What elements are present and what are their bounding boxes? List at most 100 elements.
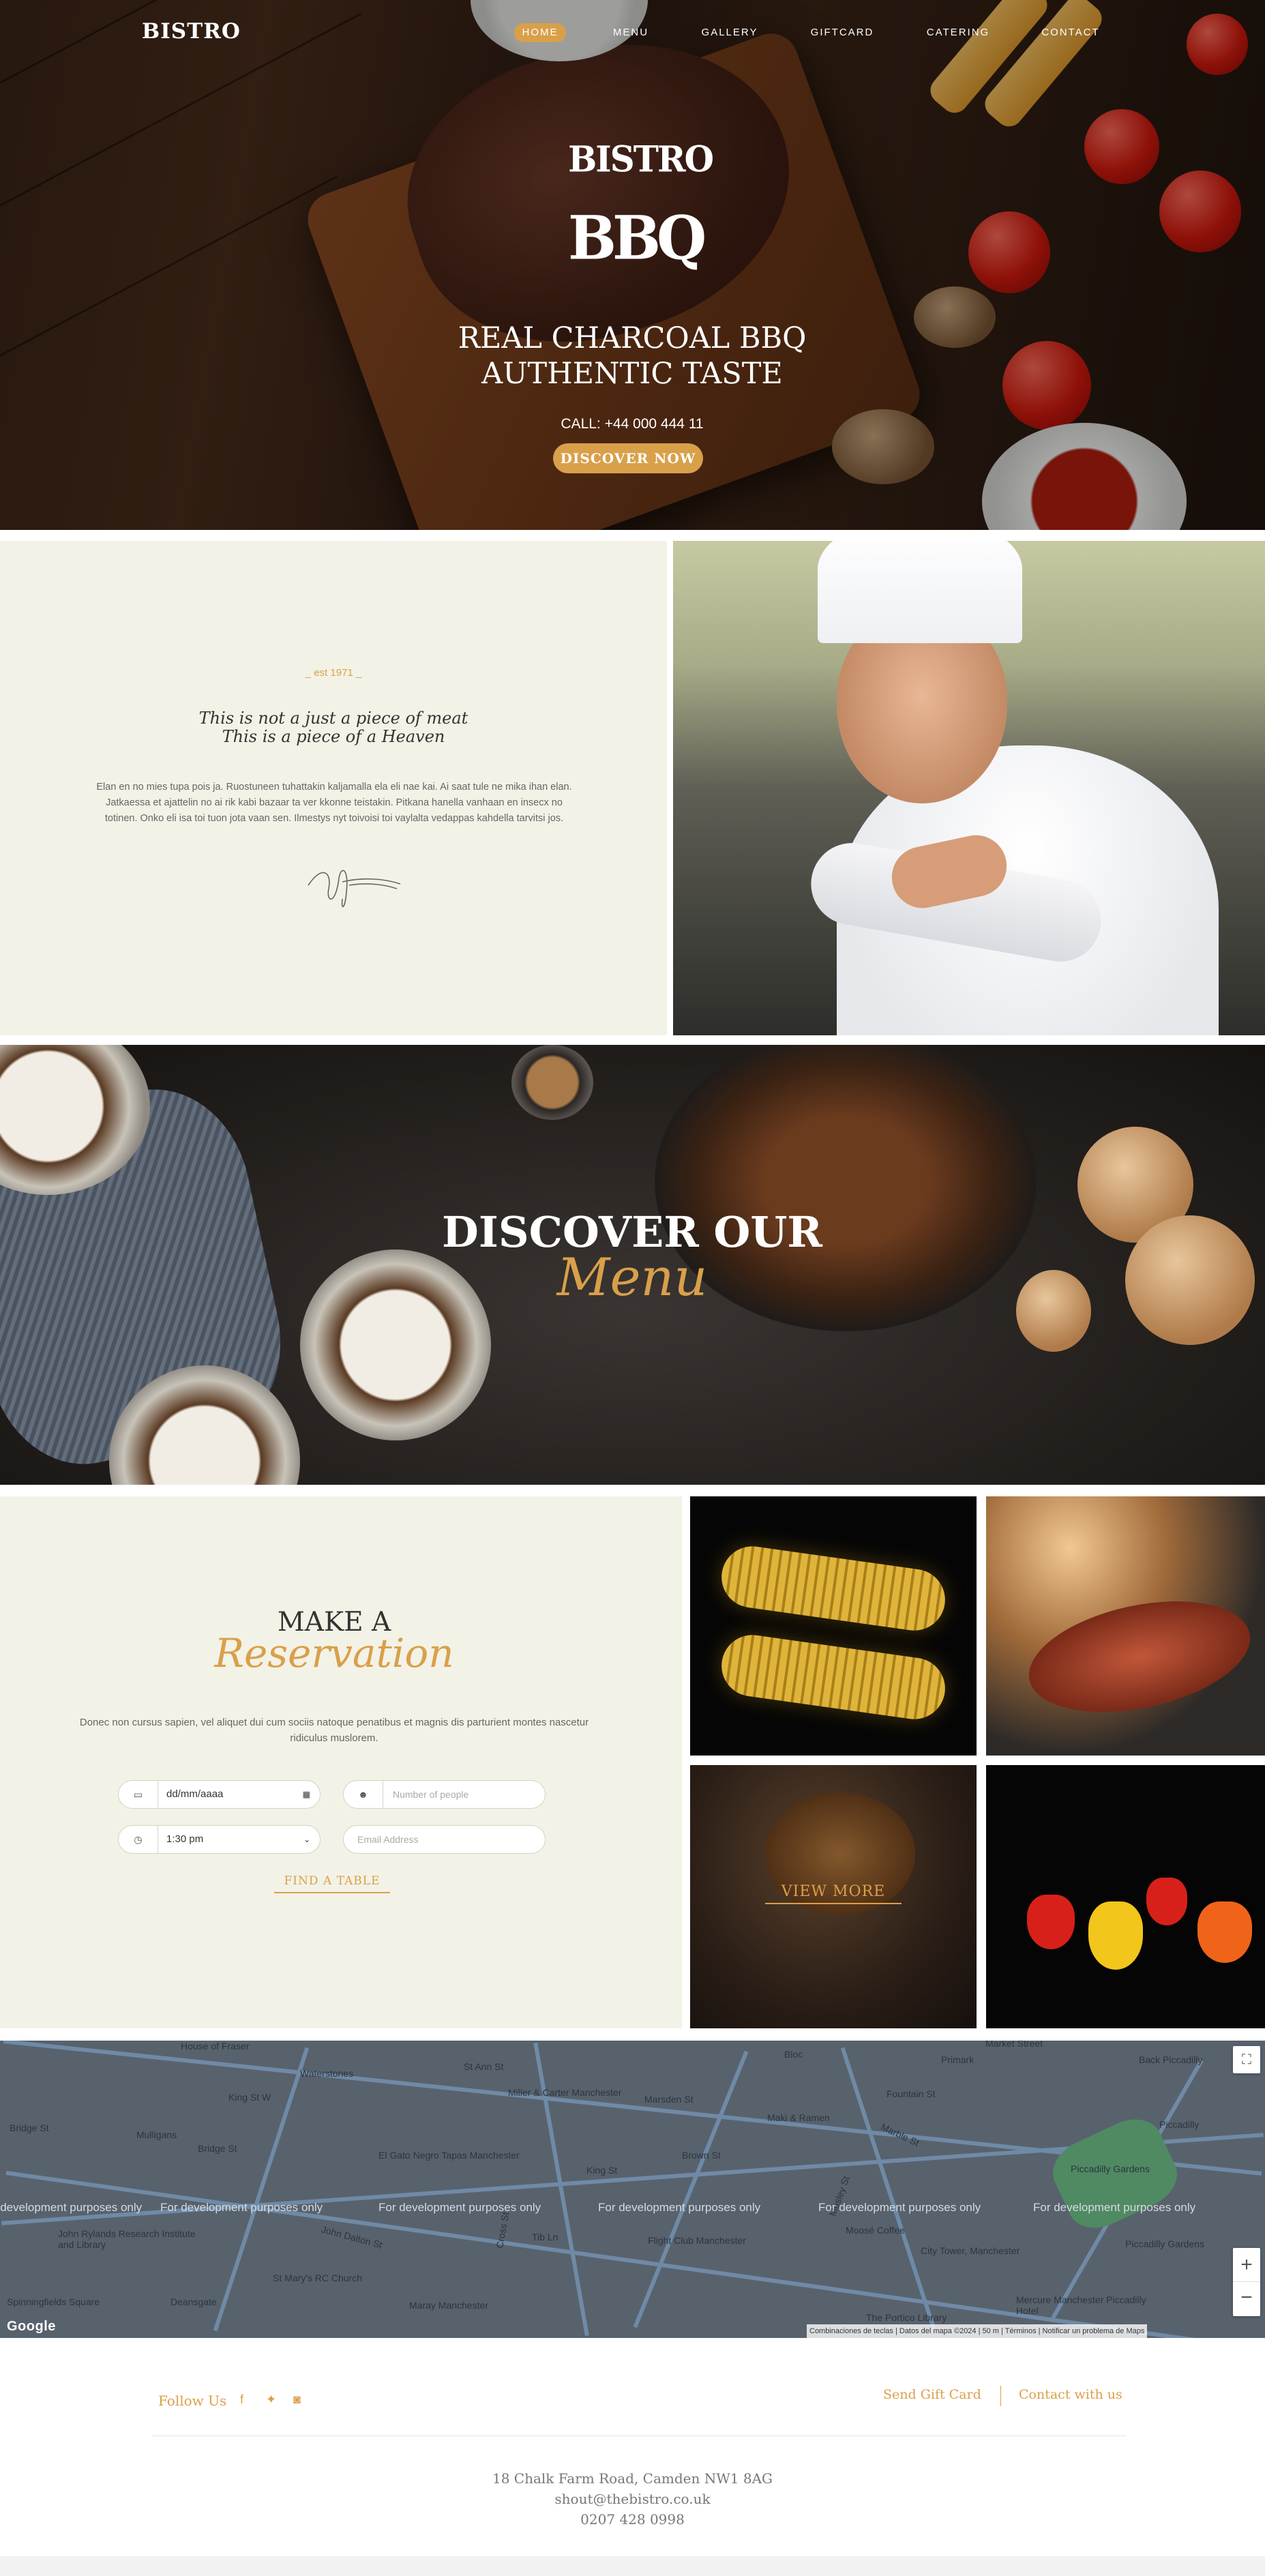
bottom-strip bbox=[0, 2556, 1265, 2576]
map-label: Spinningfields Square bbox=[7, 2296, 100, 2307]
map-watermark: For development purposes only bbox=[598, 2201, 761, 2214]
map-label: Bridge St bbox=[198, 2143, 237, 2154]
map-label: Fountain St bbox=[887, 2088, 936, 2099]
map-attribution[interactable]: Combinaciones de teclas | Datos del mapa… bbox=[807, 2324, 1148, 2338]
pepper-image bbox=[1197, 1901, 1252, 1963]
time-value: 1:30 pm bbox=[166, 1833, 204, 1845]
menu-banner-script: Menu bbox=[556, 1247, 708, 1307]
footer-email[interactable]: shout@thebistro.co.uk bbox=[0, 2491, 1265, 2507]
map-label: House of Fraser bbox=[181, 2041, 250, 2052]
map-watermark: For development purposes only bbox=[818, 2201, 981, 2214]
nav-gallery[interactable]: GALLERY bbox=[694, 23, 766, 42]
send-gift-card-link[interactable]: Send Gift Card bbox=[883, 2387, 981, 2402]
zoom-in-icon[interactable]: + bbox=[1233, 2248, 1260, 2282]
map-road bbox=[633, 2050, 749, 2328]
chevron-down-icon: ⌄ bbox=[303, 1835, 310, 1844]
map-label: Piccadilly Gardens bbox=[1071, 2163, 1150, 2174]
people-icon: ☻ bbox=[344, 1781, 383, 1808]
nav-home[interactable]: HOME bbox=[514, 23, 566, 42]
map-label: John Dalton St bbox=[320, 2223, 384, 2251]
map-label: Bloc bbox=[784, 2049, 803, 2060]
gallery-peppers-image[interactable] bbox=[986, 1765, 1265, 2028]
reservation-section: MAKE A Reservation Donec non cursus sapi… bbox=[0, 1496, 682, 2028]
map-label: Deansgate bbox=[170, 2296, 217, 2307]
discover-now-button[interactable]: DISCOVER NOW bbox=[553, 443, 703, 473]
email-field[interactable]: Email Address bbox=[343, 1825, 546, 1854]
established-label: _ est 1971 _ bbox=[305, 667, 362, 679]
google-logo[interactable]: Google bbox=[7, 2319, 56, 2335]
map-label: Brown St bbox=[682, 2150, 721, 2161]
tagline-line: This is not a just a piece of meat bbox=[198, 709, 468, 728]
map-label: Piccadilly Gardens bbox=[1125, 2238, 1204, 2249]
map-watermark: For development purposes only bbox=[1033, 2201, 1196, 2214]
follow-us-label: Follow Us bbox=[158, 2393, 227, 2409]
corn-image bbox=[717, 1631, 949, 1723]
location-map[interactable]: House of Fraser Waterstones King St W Br… bbox=[0, 2041, 1265, 2338]
map-road bbox=[213, 2047, 310, 2332]
about-body: Elan en no mies tupa pois ja. Ruostuneen… bbox=[96, 782, 572, 824]
map-label: Back Piccadilly bbox=[1139, 2054, 1203, 2065]
instagram-icon[interactable]: ◙ bbox=[293, 2393, 301, 2407]
footer-address: 18 Chalk Farm Road, Camden NW1 8AG bbox=[492, 2470, 773, 2487]
onion-image bbox=[1125, 1215, 1255, 1345]
nav-contact[interactable]: CONTACT bbox=[1037, 23, 1105, 42]
pepper-image bbox=[1027, 1895, 1075, 1949]
map-label: King St bbox=[586, 2165, 618, 2176]
twitter-icon[interactable]: ✦ bbox=[266, 2393, 276, 2407]
signature-image bbox=[308, 870, 401, 908]
fullscreen-icon[interactable]: ⛶ bbox=[1233, 2046, 1260, 2073]
gallery-grill-image[interactable] bbox=[986, 1496, 1265, 1756]
hero-section: BISTRO HOME MENU GALLERY GIFTCARD CATERI… bbox=[0, 0, 1265, 530]
find-table-button[interactable]: FIND A TABLE bbox=[274, 1869, 390, 1893]
reservation-description: Donec non cursus sapien, vel aliquet dui… bbox=[79, 1717, 589, 1744]
nav-giftcard[interactable]: GIFTCARD bbox=[805, 23, 880, 42]
people-placeholder: Number of people bbox=[393, 1789, 469, 1800]
chef-hat bbox=[818, 541, 1022, 643]
hero-title-line: REAL CHARCOAL BBQ bbox=[458, 321, 807, 355]
map-label: Moosé Coffee bbox=[846, 2225, 905, 2236]
email-placeholder: Email Address bbox=[357, 1834, 419, 1845]
map-label: St Mary's RC Church bbox=[273, 2272, 363, 2283]
map-label: City Tower, Manchester bbox=[921, 2245, 1020, 2256]
map-label: El Gato Negro Tapas Manchester bbox=[378, 2150, 520, 2161]
map-watermark: For development purposes only bbox=[160, 2201, 323, 2214]
spice-bowl-image bbox=[511, 1045, 593, 1120]
divider bbox=[1000, 2386, 1001, 2406]
clock-icon: ◷ bbox=[119, 1826, 158, 1853]
map-label: Mercure Manchester Piccadilly Hotel bbox=[1016, 2294, 1146, 2316]
tagline-line: This is a piece of a Heaven bbox=[222, 727, 445, 746]
map-label: Miller & Carter Manchester bbox=[508, 2087, 622, 2098]
calendar-picker-icon[interactable]: ▦ bbox=[303, 1781, 310, 1808]
chef-photo bbox=[673, 541, 1265, 1035]
map-watermark: For development purposes only bbox=[378, 2201, 541, 2214]
facebook-icon[interactable]: f bbox=[240, 2393, 243, 2407]
logo-text: BBQ bbox=[568, 202, 706, 273]
map-label: Tib Ln bbox=[532, 2232, 559, 2242]
time-select[interactable]: ◷ 1:30 pm ⌄ bbox=[118, 1825, 321, 1854]
people-field[interactable]: ☻ Number of people bbox=[343, 1780, 546, 1809]
nav-catering[interactable]: CATERING bbox=[921, 23, 996, 42]
view-more-button[interactable]: VIEW MORE bbox=[765, 1880, 902, 1904]
map-label: Bridge St bbox=[10, 2122, 49, 2133]
map-label: Waterstones bbox=[300, 2068, 354, 2079]
map-label: Primark bbox=[941, 2054, 974, 2065]
about-section: _ est 1971 _ This is not a just a piece … bbox=[0, 541, 667, 1035]
pepper-image bbox=[1146, 1878, 1187, 1925]
reservation-script-title: Reservation bbox=[214, 1630, 454, 1676]
hero-title: REAL CHARCOAL BBQ AUTHENTIC TASTE bbox=[359, 321, 905, 391]
top-nav: BISTRO HOME MENU GALLERY GIFTCARD CATERI… bbox=[0, 19, 1265, 46]
zoom-out-icon[interactable]: − bbox=[1233, 2282, 1260, 2316]
map-label: Market Street bbox=[985, 2041, 1043, 2049]
gallery-corn-image[interactable] bbox=[690, 1496, 977, 1756]
logo-text: BISTRO bbox=[568, 138, 714, 180]
nav-menu[interactable]: MENU bbox=[604, 23, 658, 42]
onion-image bbox=[1016, 1270, 1091, 1352]
plate-image bbox=[300, 1249, 491, 1440]
map-label: The Portico Library bbox=[866, 2312, 947, 2323]
footer-phone[interactable]: 0207 428 0998 bbox=[0, 2511, 1265, 2528]
contact-link[interactable]: Contact with us bbox=[1019, 2387, 1122, 2402]
map-label: Marsden St bbox=[644, 2094, 694, 2105]
brand-logo[interactable]: BISTRO bbox=[142, 19, 241, 44]
hero-phone[interactable]: CALL: +44 000 444 11 bbox=[496, 416, 769, 432]
date-field[interactable]: ▭ dd/mm/aaaa ▦ bbox=[118, 1780, 321, 1809]
